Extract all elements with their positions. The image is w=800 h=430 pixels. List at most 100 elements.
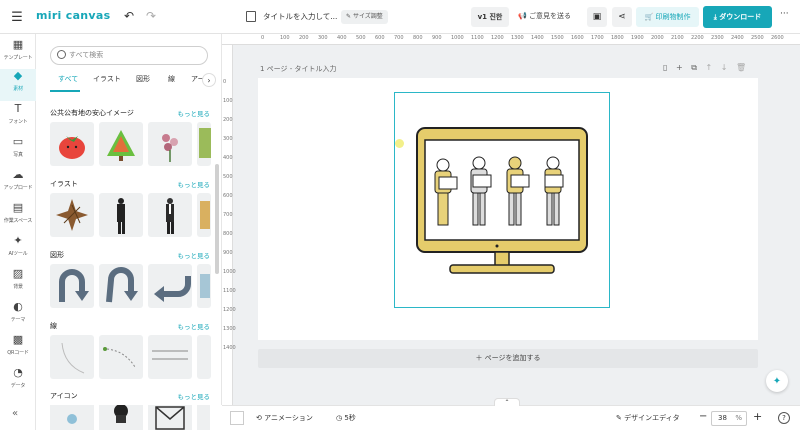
ruler-label: 1100 bbox=[471, 35, 484, 41]
nav-label: 素材 bbox=[13, 86, 23, 92]
move-down-icon[interactable]: ↓ bbox=[721, 63, 728, 72]
duration-button[interactable]: ◷ 5秒 bbox=[336, 413, 356, 423]
document-icon bbox=[246, 11, 256, 22]
element-thumbnail[interactable] bbox=[148, 405, 192, 430]
page-thumbnail[interactable] bbox=[230, 411, 244, 425]
flowers-illustration bbox=[162, 134, 178, 162]
ruler-label: 1300 bbox=[511, 35, 524, 41]
ruler-label: 1700 bbox=[591, 35, 604, 41]
element-thumbnail[interactable] bbox=[99, 264, 143, 308]
nav-upload[interactable]: ☁ アップロード bbox=[0, 168, 36, 200]
redo-icon[interactable]: ↷ bbox=[144, 9, 158, 23]
element-thumbnail[interactable] bbox=[50, 264, 94, 308]
document-title[interactable]: タイトルを入力して... bbox=[263, 11, 337, 22]
qr-icon: ▩ bbox=[12, 333, 24, 346]
nav-photos[interactable]: ▭ 写真 bbox=[0, 135, 36, 167]
hamburger-menu-icon[interactable]: ☰ bbox=[10, 10, 24, 25]
element-thumbnail[interactable] bbox=[197, 335, 211, 379]
animation-button[interactable]: ⟲ アニメーション bbox=[256, 413, 313, 423]
download-button[interactable]: ⤓ ダウンロード bbox=[703, 6, 772, 28]
ruler-label: 1900 bbox=[631, 35, 644, 41]
element-thumbnail[interactable] bbox=[99, 122, 143, 166]
theme-icon: ◐ bbox=[13, 300, 23, 313]
ruler-label: 300 bbox=[318, 35, 328, 41]
search-icon bbox=[57, 50, 66, 59]
panel-scrollbar[interactable] bbox=[215, 164, 219, 274]
collapse-panel-icon[interactable]: « bbox=[12, 408, 18, 419]
element-thumbnail[interactable] bbox=[99, 335, 143, 379]
element-thumbnail[interactable] bbox=[148, 193, 192, 237]
ai-assistant-button[interactable]: ✦ bbox=[766, 370, 788, 392]
element-thumbnail[interactable] bbox=[99, 193, 143, 237]
feedback-button[interactable]: 📢 ご意見を送る bbox=[518, 11, 571, 21]
nav-theme[interactable]: ◐ テーマ bbox=[0, 300, 36, 332]
nav-ai-tools[interactable]: ✦ AIツール bbox=[0, 234, 36, 266]
see-more-link[interactable]: もっと見る bbox=[178, 250, 211, 260]
element-thumbnail[interactable] bbox=[148, 122, 192, 166]
tab-shapes[interactable]: 図形 bbox=[136, 74, 150, 84]
element-thumbnail[interactable] bbox=[197, 405, 210, 430]
nav-background[interactable]: ▨ 背景 bbox=[0, 267, 36, 299]
design-page[interactable] bbox=[258, 78, 758, 340]
zoom-out-button[interactable]: − bbox=[699, 411, 707, 422]
element-thumbnail[interactable] bbox=[50, 405, 94, 430]
elements-panel: すべて検索 すべて イラスト 図形 線 アー › 公共公有地の安心イメージ もっ… bbox=[36, 34, 222, 405]
move-up-icon[interactable]: ↑ bbox=[705, 63, 712, 72]
tab-illustration[interactable]: イラスト bbox=[93, 74, 121, 84]
zoom-input[interactable]: 38 % bbox=[711, 411, 747, 426]
save-icon[interactable]: ▣ bbox=[587, 7, 607, 27]
cursor-highlight bbox=[395, 139, 404, 148]
section-title: 公共公有地の安心イメージ bbox=[50, 109, 134, 117]
element-thumbnail[interactable] bbox=[50, 122, 94, 166]
note-icon[interactable]: ▯ bbox=[663, 63, 667, 72]
zoom-in-button[interactable]: + bbox=[753, 410, 762, 423]
tab-lines[interactable]: 線 bbox=[168, 74, 175, 84]
ruler-label: 1000 bbox=[223, 269, 236, 275]
element-thumbnail[interactable] bbox=[197, 264, 211, 308]
nav-label: フォント bbox=[8, 119, 28, 125]
element-thumbnail[interactable] bbox=[197, 193, 211, 237]
help-icon[interactable]: ? bbox=[778, 412, 790, 424]
section-header: アイコン もっと見る bbox=[50, 391, 210, 401]
see-more-link[interactable]: もっと見る bbox=[178, 391, 211, 401]
element-thumbnail[interactable] bbox=[99, 405, 143, 430]
nav-workspace[interactable]: ▤ 作業スペース bbox=[0, 201, 36, 233]
star-illustration bbox=[56, 199, 88, 231]
more-options-icon[interactable]: ··· bbox=[780, 9, 789, 19]
duplicate-icon[interactable]: ⧉ bbox=[691, 63, 697, 72]
add-page-button[interactable]: ＋ ページを追加する bbox=[258, 349, 758, 368]
page-title[interactable]: 1 ページ - タイトル入力 bbox=[260, 64, 337, 74]
element-thumbnail[interactable] bbox=[148, 335, 192, 379]
print-button[interactable]: 🛒 印刷物制作 bbox=[636, 7, 699, 27]
element-thumbnail[interactable] bbox=[50, 335, 94, 379]
nav-elements[interactable]: ◆ 素材 bbox=[0, 69, 36, 101]
version-button[interactable]: v1 진한 bbox=[471, 7, 509, 27]
delete-icon[interactable]: 🗑 bbox=[736, 63, 746, 72]
element-thumbnail[interactable] bbox=[50, 193, 94, 237]
design-editor-button[interactable]: ✎ デザインエディタ bbox=[616, 413, 680, 423]
undo-icon[interactable]: ↶ bbox=[122, 9, 136, 23]
app-logo[interactable]: miri canvas bbox=[36, 9, 110, 22]
expand-pages-handle[interactable]: ⌃ bbox=[494, 398, 520, 406]
nav-templates[interactable]: ▦ テンプレート bbox=[0, 38, 36, 70]
selected-element-frame[interactable] bbox=[394, 92, 610, 308]
see-more-link[interactable]: もっと見る bbox=[178, 108, 211, 118]
thumb-row-partial[interactable] bbox=[50, 84, 210, 94]
nav-data[interactable]: ◔ データ bbox=[0, 366, 36, 398]
nav-fonts[interactable]: T フォント bbox=[0, 102, 36, 134]
add-page-icon[interactable]: + bbox=[676, 63, 683, 72]
see-more-link[interactable]: もっと見る bbox=[178, 321, 211, 331]
element-thumbnail[interactable] bbox=[148, 264, 192, 308]
share-icon[interactable]: ⋖ bbox=[612, 7, 632, 27]
animation-icon: ⟲ bbox=[256, 414, 265, 422]
section-header: イラスト もっと見る bbox=[50, 179, 210, 189]
nav-qr-code[interactable]: ▩ QRコード bbox=[0, 333, 36, 365]
tomato-illustration bbox=[59, 136, 85, 159]
see-more-link[interactable]: もっと見る bbox=[178, 179, 211, 189]
nav-label: 作業スペース bbox=[3, 218, 33, 224]
element-thumbnail[interactable] bbox=[197, 122, 211, 166]
resize-button[interactable]: ✎ サイズ調整 bbox=[341, 10, 388, 24]
ruler-label: 200 bbox=[299, 35, 309, 41]
tab-all[interactable]: すべて bbox=[58, 74, 78, 84]
search-input[interactable]: すべて検索 bbox=[50, 46, 208, 65]
